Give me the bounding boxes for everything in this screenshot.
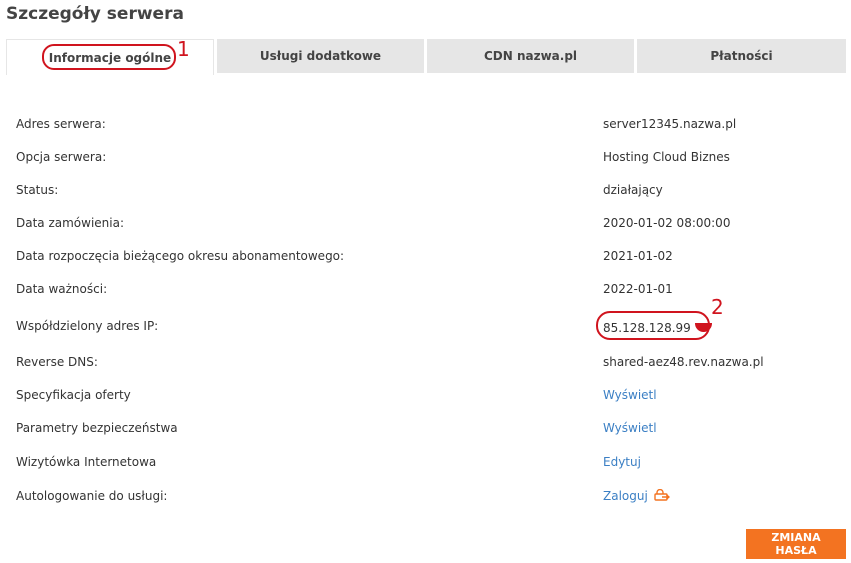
view-security-link[interactable]: Wyświetl: [603, 421, 657, 435]
detail-value: Zaloguj: [603, 488, 670, 504]
tab-cdn[interactable]: CDN nazwa.pl: [427, 39, 634, 73]
tab-uslugi-dodatkowe[interactable]: Usługi dodatkowe: [217, 39, 424, 73]
detail-label: Specyfikacja oferty: [16, 388, 131, 402]
tab-label: Płatności: [710, 49, 773, 63]
annotation-number-1: 1: [177, 37, 190, 61]
page-title: Szczegóły serwera: [6, 4, 184, 24]
detail-row-opcja: Opcja serwera: Hosting Cloud Biznes: [0, 150, 851, 170]
detail-label: Autologowanie do usługi:: [16, 489, 168, 503]
detail-row-data-zamowienia: Data zamówienia: 2020-01-02 08:00:00: [0, 216, 851, 236]
detail-label: Data ważności:: [16, 282, 108, 296]
annotation-oval-ip: [596, 311, 710, 340]
detail-row-autologowanie: Autologowanie do usługi: Zaloguj: [0, 488, 851, 509]
tab-label: Usługi dodatkowe: [259, 49, 382, 63]
detail-label: Data zamówienia:: [16, 216, 125, 230]
detail-label: Data rozpoczęcia bieżącego okresu abonam…: [16, 249, 345, 263]
detail-row-adres: Adres serwera: server12345.nazwa.pl: [0, 117, 851, 137]
annotation-oval-tab: [42, 44, 176, 70]
detail-row-status: Status: działający: [0, 183, 851, 203]
detail-value: 2022-01-01: [603, 282, 673, 296]
detail-value: 2021-01-02: [603, 249, 673, 263]
detail-row-wizytowka: Wizytówka Internetowa Edytuj: [0, 455, 851, 475]
detail-row-parametry: Parametry bezpieczeństwa Wyświetl: [0, 421, 851, 441]
detail-value: 2020-01-02 08:00:00: [603, 216, 731, 230]
annotation-number-2: 2: [711, 295, 724, 319]
detail-label: Wizytówka Internetowa: [16, 455, 157, 469]
detail-value: shared-aez48.rev.nazwa.pl: [603, 355, 764, 369]
detail-row-ip: Współdzielony adres IP: 85.128.128.99: [0, 319, 851, 339]
tab-platnosci[interactable]: Płatności: [637, 39, 846, 73]
detail-label: Współdzielony adres IP:: [16, 319, 159, 333]
detail-label: Opcja serwera:: [16, 150, 107, 164]
detail-label: Status:: [16, 183, 59, 197]
detail-value: Hosting Cloud Biznes: [603, 150, 730, 164]
detail-label: Reverse DNS:: [16, 355, 98, 369]
login-link[interactable]: Zaloguj: [603, 489, 648, 503]
detail-row-data-rozpoczecia: Data rozpoczęcia bieżącego okresu abonam…: [0, 249, 851, 269]
detail-row-reverse-dns: Reverse DNS: shared-aez48.rev.nazwa.pl: [0, 355, 851, 375]
detail-value: server12345.nazwa.pl: [603, 117, 737, 131]
view-specification-link[interactable]: Wyświetl: [603, 388, 657, 402]
login-icon[interactable]: [654, 488, 670, 504]
detail-label: Parametry bezpieczeństwa: [16, 421, 178, 435]
detail-value: działający: [603, 183, 663, 197]
change-password-button[interactable]: ZMIANA HASŁA: [746, 529, 846, 559]
edit-business-card-link[interactable]: Edytuj: [603, 455, 641, 469]
tab-label: CDN nazwa.pl: [483, 49, 578, 63]
detail-row-specyfikacja: Specyfikacja oferty Wyświetl: [0, 388, 851, 408]
detail-label: Adres serwera:: [16, 117, 106, 131]
